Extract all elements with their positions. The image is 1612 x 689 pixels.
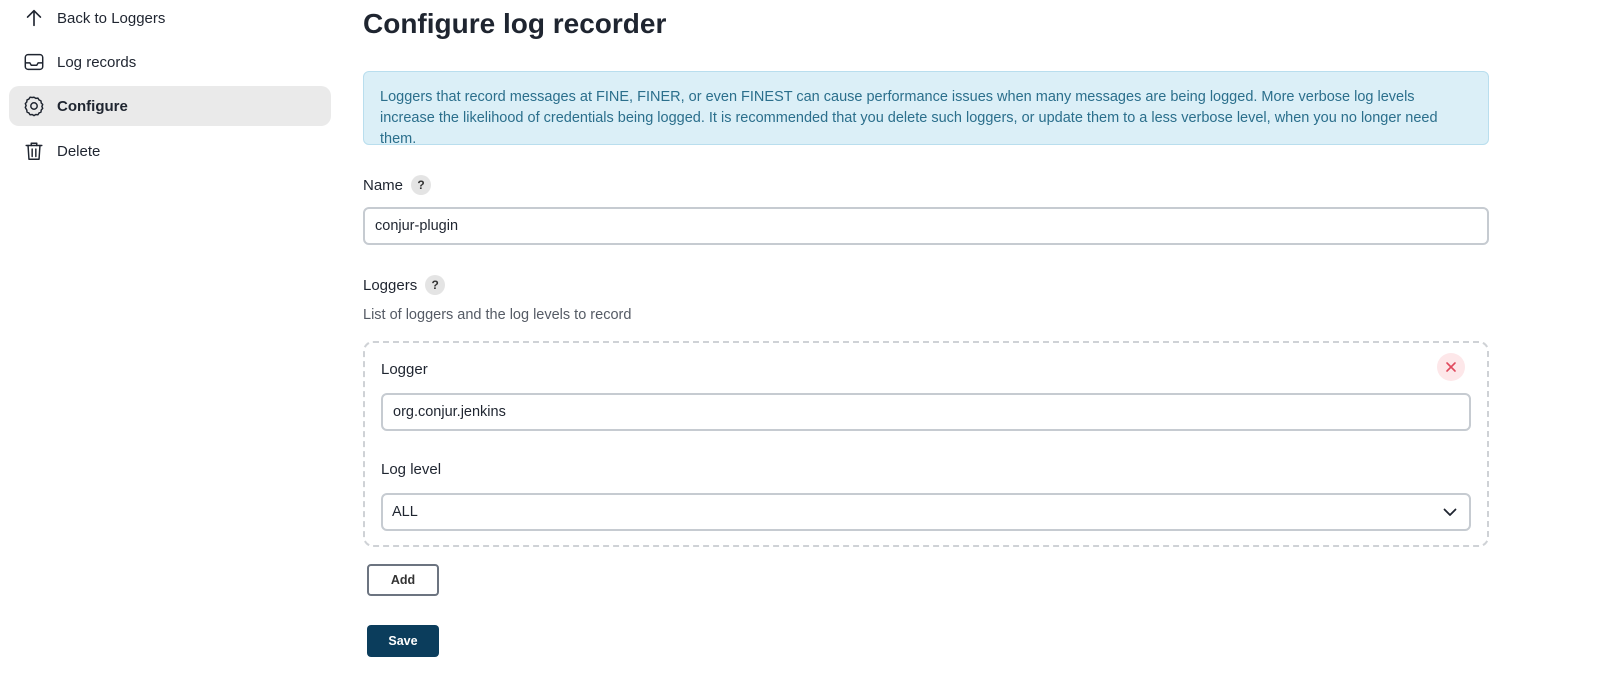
sidebar-item-label: Delete — [57, 142, 101, 160]
arrow-up-icon — [22, 6, 46, 30]
sidebar-item-log-records[interactable]: Log records — [9, 42, 331, 82]
name-input[interactable] — [363, 207, 1489, 245]
loggers-help-icon[interactable]: ? — [425, 275, 446, 295]
log-level-select[interactable]: ALL — [381, 493, 1471, 531]
remove-logger-button[interactable] — [1437, 353, 1465, 381]
sidebar-item-configure[interactable]: Configure — [9, 86, 331, 126]
save-button[interactable]: Save — [367, 625, 439, 657]
close-icon — [1446, 362, 1456, 372]
logger-input[interactable] — [381, 393, 1471, 431]
logger-label: Logger — [381, 361, 428, 378]
name-label-text: Name — [363, 176, 404, 194]
sidebar-item-label: Log records — [57, 53, 137, 71]
gear-icon — [22, 94, 46, 118]
sidebar-item-label: Configure — [57, 97, 128, 115]
chevron-down-icon — [1443, 508, 1457, 516]
sidebar-item-delete[interactable]: Delete — [9, 131, 331, 171]
name-help-icon[interactable]: ? — [411, 175, 432, 195]
log-level-value: ALL — [392, 504, 418, 520]
logger-entry: Logger Log level ALL — [363, 341, 1489, 547]
trash-icon — [22, 139, 46, 163]
inbox-icon — [22, 50, 46, 74]
sidebar-item-label: Back to Loggers — [57, 9, 166, 27]
performance-warning-alert: Loggers that record messages at FINE, FI… — [363, 71, 1489, 147]
name-field-label: Name ? — [363, 175, 432, 195]
page-title: Configure log recorder — [363, 8, 667, 39]
add-logger-button[interactable]: Add — [367, 564, 439, 596]
log-level-label: Log level — [381, 461, 442, 478]
sidebar-item-back-to-loggers[interactable]: Back to Loggers — [9, 0, 331, 38]
loggers-description: List of loggers and the log levels to re… — [363, 307, 632, 323]
loggers-field-label: Loggers ? — [363, 275, 446, 295]
loggers-label-text: Loggers — [363, 276, 418, 294]
